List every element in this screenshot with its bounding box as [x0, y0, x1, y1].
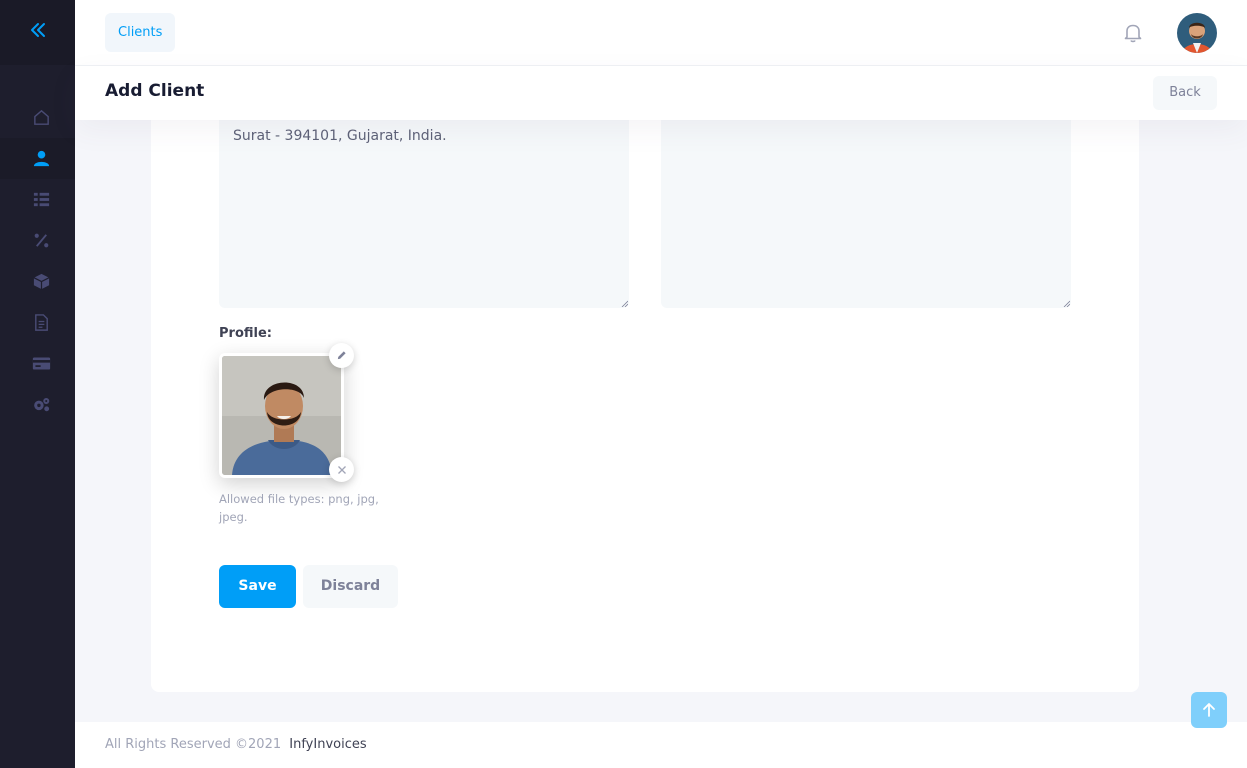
percent-icon: [34, 233, 49, 248]
pencil-icon[interactable]: [329, 343, 354, 368]
footer: All Rights Reserved ©2021 InfyInvoices: [75, 722, 1247, 768]
scroll-top-button[interactable]: [1191, 692, 1227, 728]
page-title: Add Client: [105, 81, 205, 101]
address-text: Surat - 394101, Gujarat, India.: [233, 128, 447, 144]
sidebar: [0, 0, 75, 768]
close-icon[interactable]: [329, 457, 354, 482]
resize-handle-icon[interactable]: [621, 300, 628, 307]
top-header: Clients: [75, 0, 1247, 66]
list-icon: [33, 192, 50, 207]
back-button[interactable]: Back: [1153, 76, 1217, 110]
form-card: Surat - 394101, Gujarat, India. Profile:…: [151, 100, 1139, 692]
sidebar-item-clients[interactable]: [0, 138, 75, 179]
sidebar-item-categories[interactable]: [0, 179, 75, 220]
user-icon: [33, 150, 50, 167]
home-icon: [34, 109, 49, 125]
profile-image: [219, 353, 344, 478]
bell-icon[interactable]: [1123, 22, 1143, 44]
document-icon: [35, 314, 48, 331]
sidebar-item-payments[interactable]: [0, 343, 75, 384]
discard-button[interactable]: Discard: [303, 565, 398, 608]
box-icon: [33, 273, 50, 290]
footer-copyright: All Rights Reserved ©2021: [105, 737, 282, 752]
allowed-file-types: Allowed file types: png, jpg, jpeg.: [219, 492, 379, 524]
resize-handle-icon[interactable]: [1063, 300, 1070, 307]
sidebar-item-products[interactable]: [0, 261, 75, 302]
sidebar-item-invoices[interactable]: [0, 302, 75, 343]
address-textarea[interactable]: Surat - 394101, Gujarat, India.: [219, 100, 629, 308]
sidebar-header: [0, 0, 75, 65]
footer-brand-link[interactable]: InfyInvoices: [289, 737, 366, 752]
double-chevron-left-icon[interactable]: [29, 21, 47, 44]
notes-textarea[interactable]: [661, 100, 1071, 308]
sidebar-item-taxes[interactable]: [0, 220, 75, 261]
credit-card-icon: [32, 357, 51, 370]
user-avatar[interactable]: [1177, 13, 1217, 53]
save-button[interactable]: Save: [219, 565, 296, 608]
page-toolbar: Add Client Back: [75, 66, 1247, 120]
arrow-up-icon: [1203, 703, 1215, 717]
gears-icon: [34, 398, 50, 412]
sidebar-item-settings[interactable]: [0, 384, 75, 425]
sidebar-item-dashboard[interactable]: [0, 97, 75, 138]
breadcrumb-clients[interactable]: Clients: [105, 13, 176, 52]
profile-label: Profile:: [219, 326, 272, 341]
footer-text: All Rights Reserved ©2021 InfyInvoices: [105, 737, 367, 752]
